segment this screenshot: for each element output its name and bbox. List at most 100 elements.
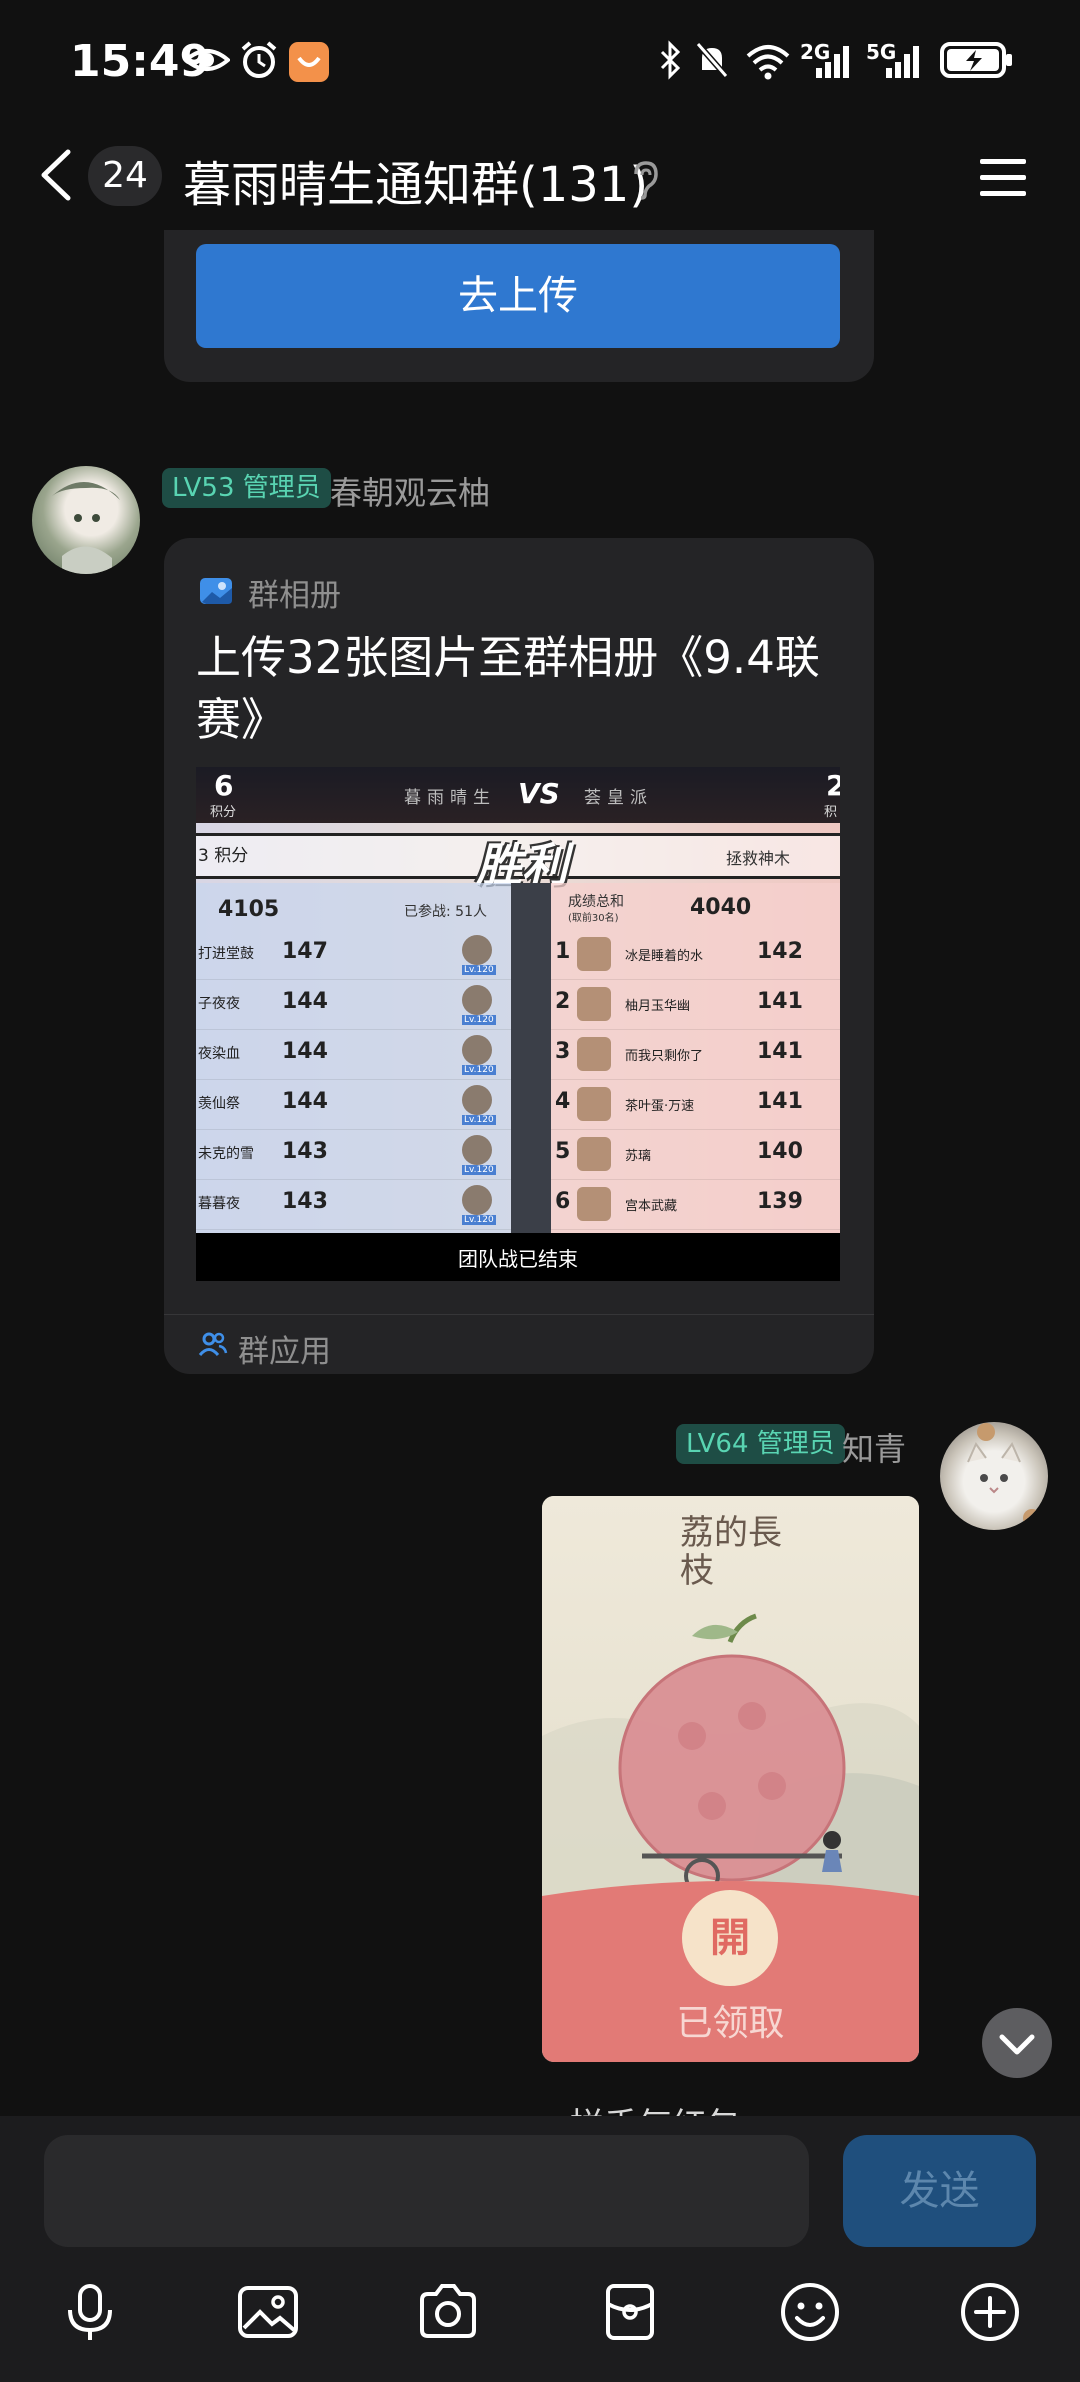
player-level: Lv.120 xyxy=(462,1115,496,1125)
player-avatar xyxy=(462,1035,492,1065)
photo-left-score: 6 xyxy=(214,769,234,802)
camera-icon[interactable] xyxy=(416,2280,480,2344)
photo-right-total: 4040 xyxy=(690,895,752,920)
player-name: 打进堂鼓 xyxy=(198,946,254,962)
player-rank: 4 xyxy=(555,1089,571,1114)
sender-name-2[interactable]: 知青 xyxy=(842,1424,906,1470)
photo-right-team: 荟皇派 xyxy=(584,788,653,808)
player-rank: 1 xyxy=(555,939,571,964)
player-avatar xyxy=(577,1087,611,1121)
player-level: Lv.120 xyxy=(462,1165,496,1175)
player-rank: 5 xyxy=(555,1139,571,1164)
player-avatar xyxy=(577,937,611,971)
app-notification-icon xyxy=(289,42,329,82)
photo-left-team: 暮雨晴生 xyxy=(404,788,496,808)
chevron-down-icon xyxy=(999,2034,1035,2055)
group-apps-label[interactable]: 群应用 xyxy=(238,1326,331,1371)
player-name: 暮暮夜 xyxy=(198,1196,240,1212)
player-avatar xyxy=(462,985,492,1015)
player-avatar xyxy=(462,1135,492,1165)
lychee-illustration xyxy=(542,1613,919,1916)
mute-bell-icon xyxy=(695,42,729,78)
album-photo-thumbnail[interactable]: 6 积分 暮雨晴生 VS 荟皇派 2 积 3 积分 胜利 拯救神木 4105 已… xyxy=(196,767,840,1281)
photo-left-row: 子夜夜 144 Lv.120 xyxy=(196,981,511,1030)
back-arrow-icon[interactable] xyxy=(38,148,72,202)
group-apps-icon xyxy=(198,1332,228,1357)
player-rank: 3 xyxy=(555,1039,571,1064)
album-app-label: 群相册 xyxy=(248,578,341,614)
message-input[interactable] xyxy=(44,2135,809,2247)
player-avatar xyxy=(577,1137,611,1171)
photo-right-caption: 拯救神木 xyxy=(726,849,791,868)
chat-title[interactable]: 暮雨晴生通知群(131) xyxy=(183,145,648,215)
player-score: 141 xyxy=(757,1039,803,1064)
player-score: 141 xyxy=(757,1089,803,1114)
player-score: 144 xyxy=(282,989,328,1014)
player-rank: 2 xyxy=(555,989,571,1014)
level-badge-2: LV64 管理员 xyxy=(676,1424,845,1464)
battery-charging-icon xyxy=(940,42,1012,78)
player-name: 夜染血 xyxy=(198,1046,240,1062)
player-avatar xyxy=(462,1185,492,1215)
player-level: Lv.120 xyxy=(462,1065,496,1075)
photo-right-row: 6 宫本武藏 139 xyxy=(551,1181,840,1230)
red-packet-icon[interactable] xyxy=(598,2280,662,2344)
photo-left-score-unit: 积分 xyxy=(210,805,237,820)
plus-icon[interactable] xyxy=(958,2280,1022,2344)
player-avatar xyxy=(577,1037,611,1071)
red-packet-logo: 荔的長枝 xyxy=(680,1513,782,1591)
photo-left-row: 打进堂鼓 147 Lv.120 xyxy=(196,931,511,980)
player-score: 142 xyxy=(757,939,803,964)
player-score: 141 xyxy=(757,989,803,1014)
menu-icon[interactable] xyxy=(978,155,1028,199)
player-score: 140 xyxy=(757,1139,803,1164)
photo-right-row: 2 柚月玉华幽 141 xyxy=(551,981,840,1030)
photo-left-row: 未克的雪 143 Lv.120 xyxy=(196,1131,511,1180)
player-score: 139 xyxy=(757,1189,803,1214)
player-name: 冰是睡着的水 xyxy=(625,949,704,964)
eye-icon xyxy=(184,49,230,71)
microphone-icon[interactable] xyxy=(58,2280,122,2344)
player-avatar xyxy=(577,1187,611,1221)
photo-right-row: 4 茶叶蛋·万速 141 xyxy=(551,1081,840,1130)
signal-5g-icon xyxy=(886,46,919,78)
player-name: 羡仙祭 xyxy=(198,1096,240,1112)
scroll-to-bottom-button[interactable] xyxy=(982,2008,1052,2078)
image-icon[interactable] xyxy=(236,2280,300,2344)
player-name: 柚月玉华幽 xyxy=(625,999,691,1014)
emoji-icon[interactable] xyxy=(778,2280,842,2344)
sender-avatar-2[interactable] xyxy=(940,1422,1048,1530)
photo-right-summary-sub: (取前30名) xyxy=(568,913,619,924)
red-packet-card[interactable]: 荔的長枝 開 已领取 xyxy=(542,1496,919,2062)
send-button[interactable]: 发送 xyxy=(843,2135,1036,2247)
photo-footer-text: 团队战已结束 xyxy=(458,1247,578,1271)
signal-2g-icon xyxy=(816,46,849,78)
card-divider xyxy=(164,1314,874,1315)
player-score: 143 xyxy=(282,1189,328,1214)
photo-left-row: 暮暮夜 143 Lv.120 xyxy=(196,1181,511,1230)
open-button[interactable]: 開 xyxy=(682,1890,778,1986)
photo-right-row: 1 冰是睡着的水 142 xyxy=(551,931,840,980)
wifi-icon xyxy=(746,45,790,80)
player-rank: 6 xyxy=(555,1189,571,1214)
player-name: 未克的雪 xyxy=(198,1146,254,1162)
sender-avatar[interactable] xyxy=(32,466,140,574)
red-packet-status: 已领取 xyxy=(676,2003,785,2044)
photo-left-total: 4105 xyxy=(218,897,280,922)
player-name: 茶叶蛋·万速 xyxy=(625,1099,695,1114)
player-score: 144 xyxy=(282,1039,328,1064)
photo-left-participants: 已参战: 51人 xyxy=(404,904,487,920)
sender-name[interactable]: 春朝观云柚 xyxy=(330,468,490,514)
upload-button[interactable]: 去上传 xyxy=(196,244,840,348)
album-icon xyxy=(200,578,232,604)
player-score: 147 xyxy=(282,939,328,964)
bluetooth-icon xyxy=(660,40,681,80)
player-score: 143 xyxy=(282,1139,328,1164)
photo-right-row: 3 而我只剩你了 141 xyxy=(551,1031,840,1080)
photo-rank-label: 3 积分 xyxy=(198,846,249,866)
player-avatar xyxy=(462,1085,492,1115)
unread-count-badge[interactable]: 24 xyxy=(88,146,162,206)
player-level: Lv.120 xyxy=(462,1015,496,1025)
level-badge: LV53 管理员 xyxy=(162,468,331,508)
ear-icon[interactable] xyxy=(628,160,662,200)
